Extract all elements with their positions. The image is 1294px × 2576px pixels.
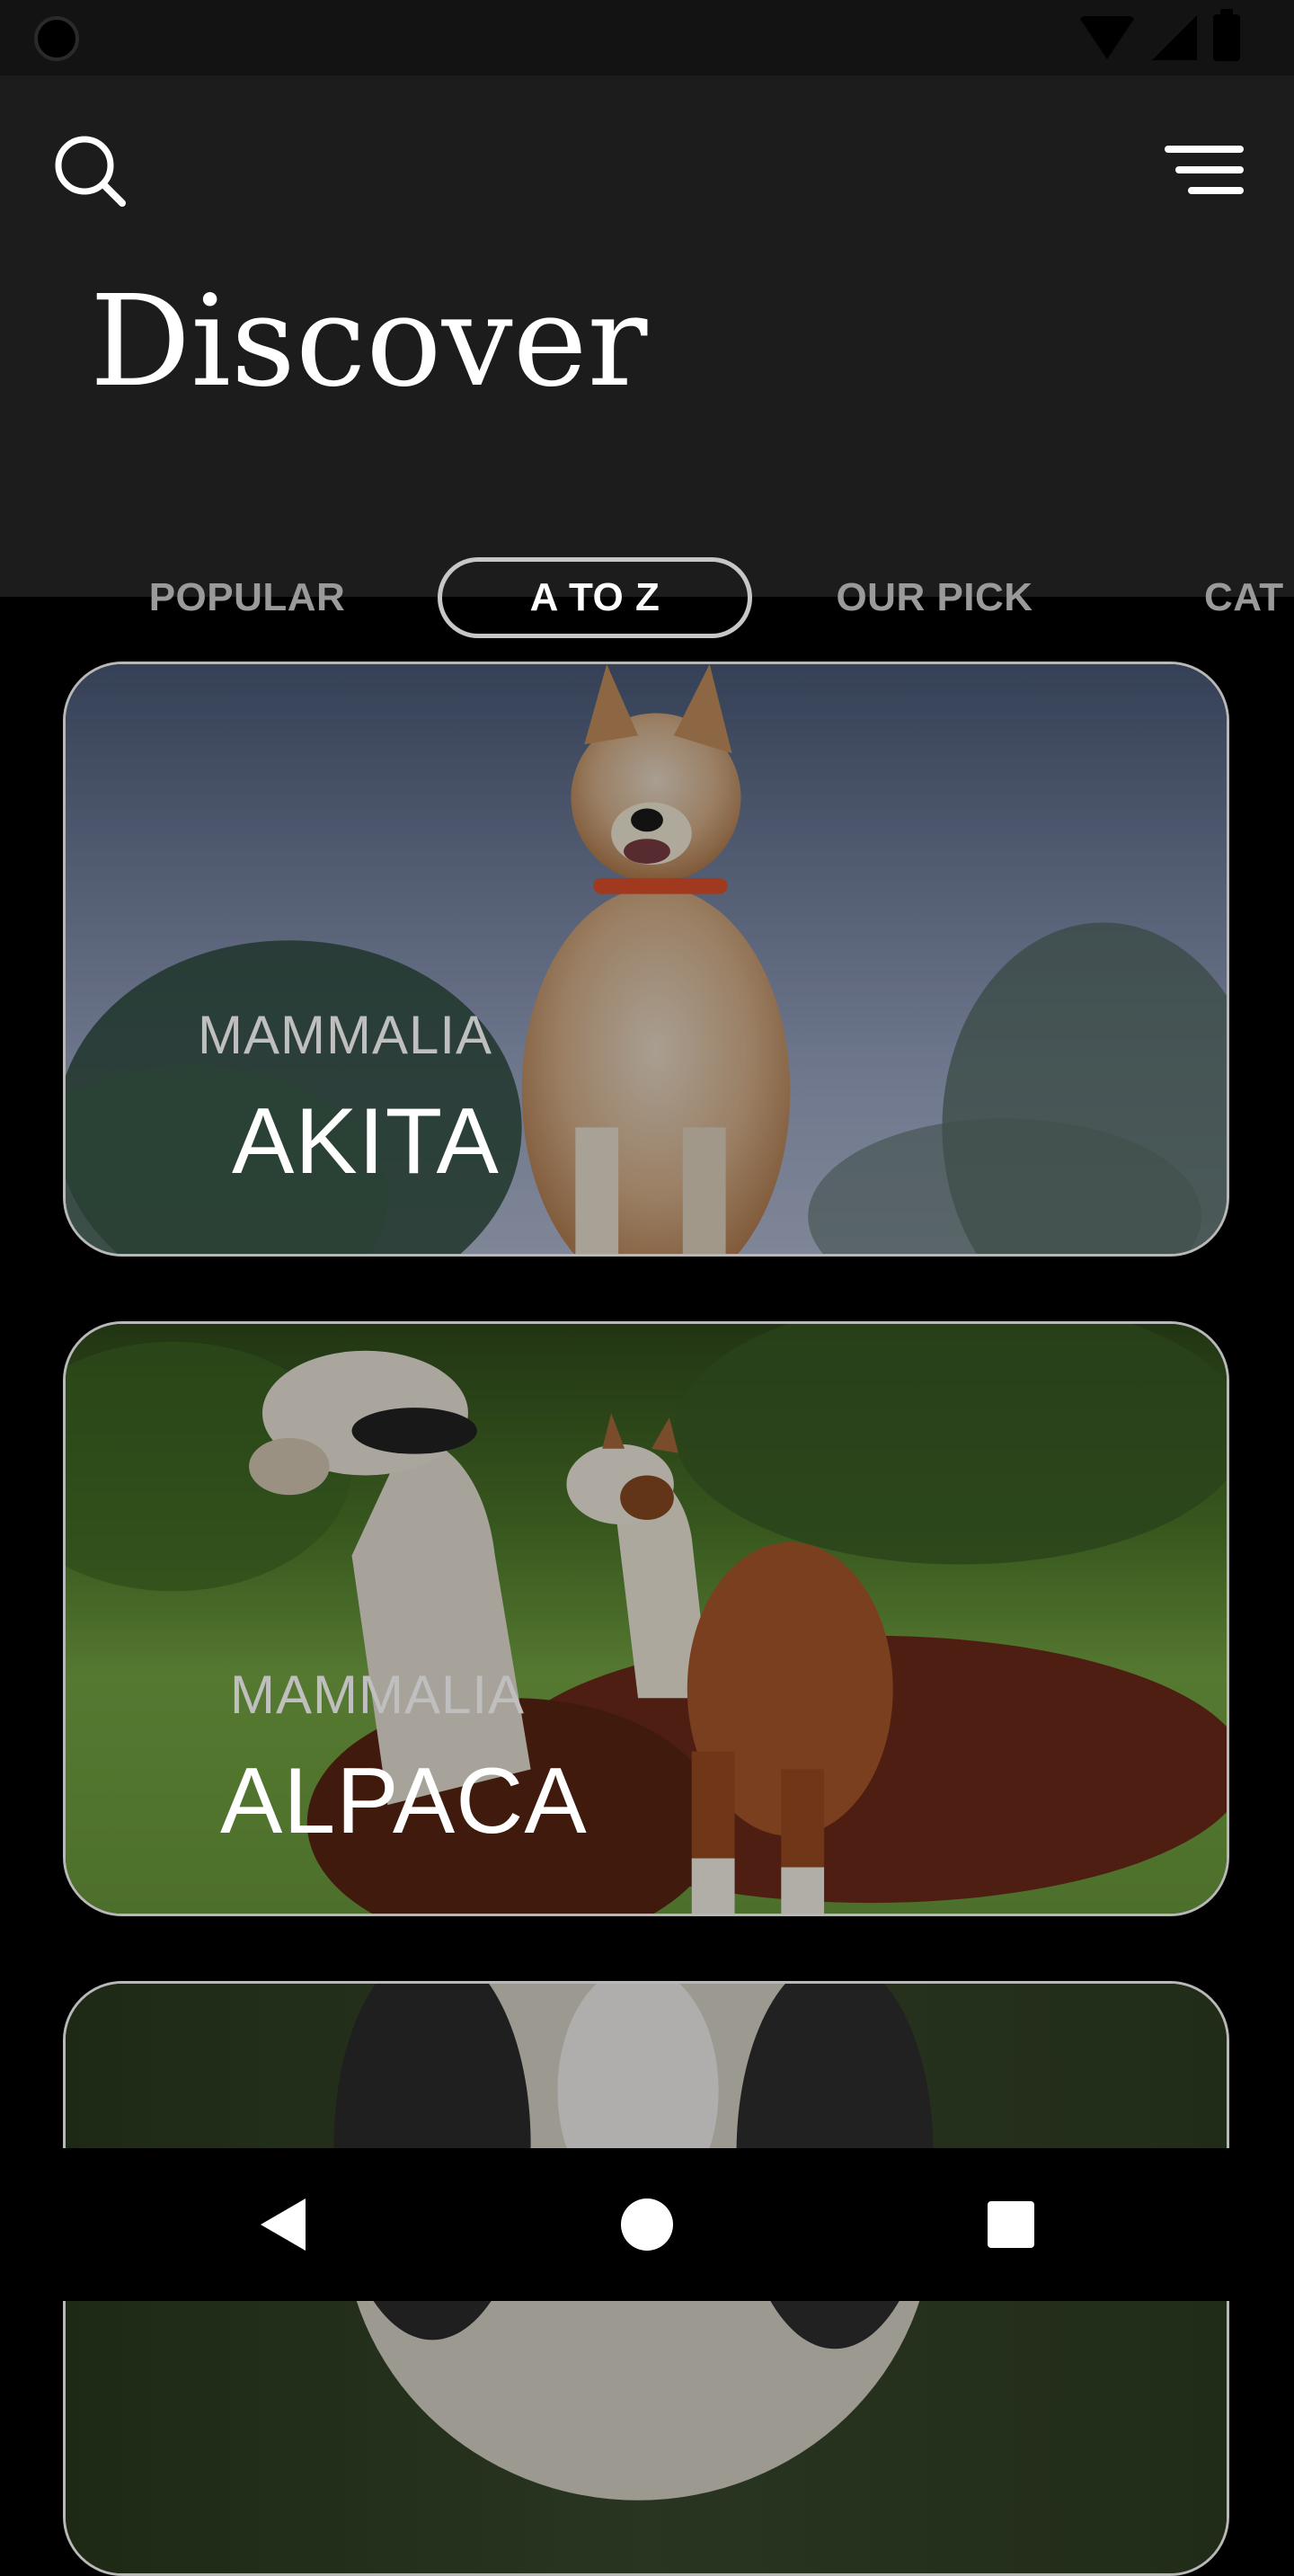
battery-icon bbox=[1213, 9, 1240, 61]
status-dot-icon bbox=[34, 16, 79, 61]
app-header: Discover POPULAR A TO Z OUR PICK CAT bbox=[0, 76, 1294, 638]
card-animal-name: ALPACA bbox=[220, 1749, 588, 1853]
back-button[interactable] bbox=[244, 2184, 325, 2265]
animal-card-alpaca[interactable]: MAMMALIA ALPACA bbox=[63, 1321, 1229, 1916]
status-icons bbox=[1078, 9, 1240, 63]
search-icon bbox=[55, 136, 126, 207]
menu-button[interactable] bbox=[1159, 126, 1249, 216]
tab-our-pick[interactable]: OUR PICK bbox=[818, 557, 1051, 638]
card-animal-name: AKITA bbox=[232, 1089, 500, 1194]
card-classification: MAMMALIA bbox=[230, 1665, 526, 1725]
hamburger-menu-icon bbox=[1165, 146, 1244, 194]
page-title: Discover bbox=[90, 269, 648, 415]
tab-categories[interactable]: CAT bbox=[1204, 557, 1294, 638]
wifi-icon bbox=[1078, 16, 1136, 59]
card-classification: MAMMALIA bbox=[198, 1005, 493, 1065]
home-circle-icon bbox=[621, 2198, 673, 2251]
search-button[interactable] bbox=[45, 126, 135, 216]
back-triangle-icon bbox=[261, 2198, 306, 2251]
status-bar bbox=[0, 0, 1294, 76]
home-button[interactable] bbox=[607, 2184, 687, 2265]
recents-square-icon bbox=[988, 2201, 1034, 2248]
system-nav-bar bbox=[0, 2148, 1294, 2301]
tab-popular[interactable]: POPULAR bbox=[135, 557, 359, 638]
recents-button[interactable] bbox=[970, 2184, 1051, 2265]
signal-icon bbox=[1152, 15, 1197, 60]
animal-card-akita[interactable]: MAMMALIA AKITA bbox=[63, 662, 1229, 1257]
category-tabs: POPULAR A TO Z OUR PICK CAT bbox=[0, 482, 1294, 638]
tab-a-to-z[interactable]: A TO Z bbox=[438, 557, 752, 638]
